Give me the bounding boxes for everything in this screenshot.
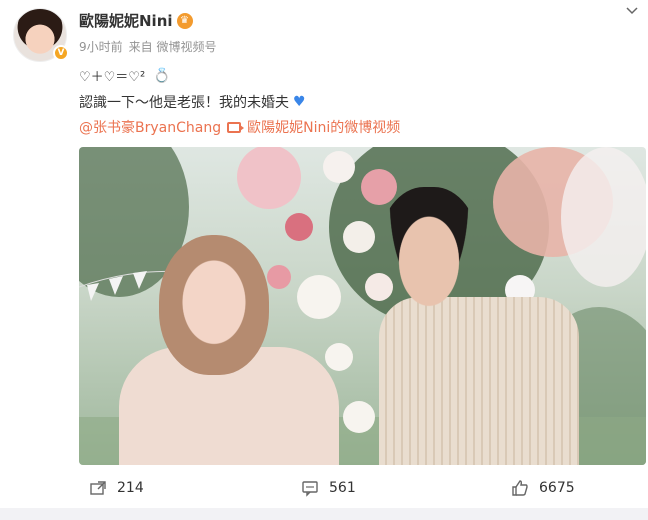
chevron-down-icon[interactable] [624, 2, 640, 18]
ring-icon: 💍 [153, 67, 171, 84]
post-source[interactable]: 来自 微博视频号 [129, 38, 217, 55]
post-time[interactable]: 9小时前 [79, 38, 123, 55]
username-row: 歐陽妮妮Nini ♛ [79, 10, 193, 31]
verified-badge-icon: V [53, 45, 69, 61]
like-count: 6675 [539, 480, 575, 496]
like-icon [512, 480, 528, 496]
username[interactable]: 歐陽妮妮Nini [79, 10, 173, 31]
comment-icon [302, 481, 318, 497]
bottom-divider [0, 508, 648, 520]
clear-balloon [561, 147, 646, 287]
comment-button[interactable]: 561 [301, 479, 356, 497]
man-figure [379, 297, 579, 465]
blue-heart-icon: ♥ [293, 94, 306, 110]
repost-icon [90, 481, 106, 495]
comment-count: 561 [329, 480, 356, 496]
action-bar: 214 561 6675 [79, 476, 648, 500]
video-link-icon [227, 121, 245, 133]
avatar-container[interactable]: V [13, 8, 69, 62]
like-button[interactable]: 6675 [511, 479, 575, 497]
video-thumbnail[interactable] [79, 147, 646, 465]
post-text-caption: 認識一下～他是老張！我的未婚夫 [79, 95, 289, 111]
weibo-post-card: V 歐陽妮妮Nini ♛ 9小时前 来自 微博视频号 ♡＋♡＝♡² 💍 認識一下… [0, 0, 648, 520]
post-meta: 9小时前 来自 微博视频号 [79, 38, 216, 55]
repost-count: 214 [117, 480, 144, 496]
post-text-line-2: 認識一下～他是老張！我的未婚夫 ♥ [79, 92, 306, 112]
repost-button[interactable]: 214 [89, 479, 144, 497]
crown-icon: ♛ [176, 12, 193, 29]
post-text-formula: ♡＋♡＝♡² [79, 70, 146, 85]
mention-link[interactable]: @张书豪BryanChang [79, 117, 221, 137]
video-link[interactable]: 歐陽妮妮Nini的微博视频 [247, 117, 400, 137]
post-links-row: @张书豪BryanChang 歐陽妮妮Nini的微博视频 [79, 117, 400, 137]
woman-head [159, 235, 269, 375]
man-head [379, 187, 479, 322]
post-text-line-1: ♡＋♡＝♡² 💍 [79, 66, 171, 86]
